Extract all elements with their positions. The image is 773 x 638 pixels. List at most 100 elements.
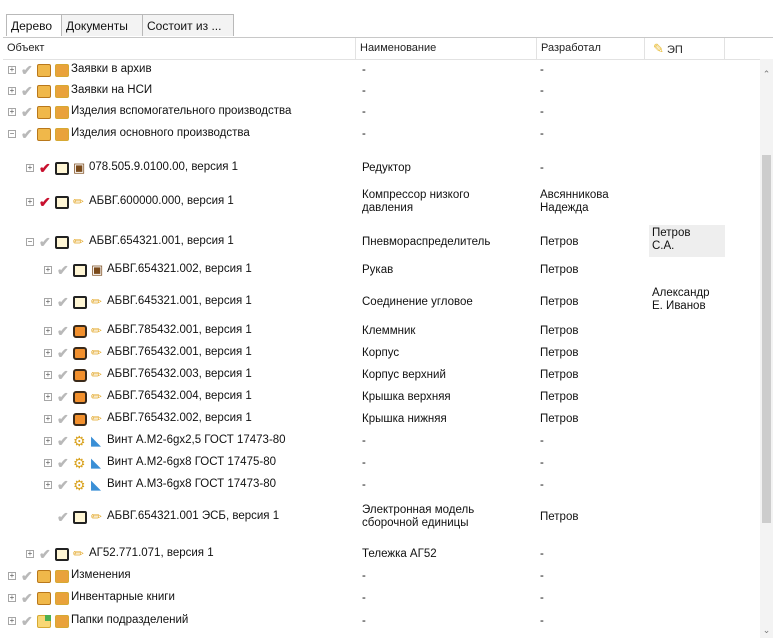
expand-icon[interactable]: + [8,594,16,602]
tree-row[interactable]: + ✔ ⚙ ◣ Винт А.М2-6gx2,5 ГОСТ 17473-80 - - [3,431,760,451]
expand-icon[interactable]: + [8,617,16,625]
expand-icon[interactable]: + [26,164,34,172]
developer-cell: Петров [540,368,579,381]
tree-item-label[interactable]: АБВГ.785432.001, версия 1 [107,324,252,336]
tree-item-label[interactable]: АБВГ.654321.001, версия 1 [89,235,234,247]
tree-item-label[interactable]: АБВГ.600000.000, версия 1 [89,195,234,207]
column-header-name[interactable]: Наименование [356,38,537,59]
part-icon [73,413,87,426]
tree-item-label[interactable]: АБВГ.654321.002, версия 1 [107,263,252,275]
expand-icon[interactable]: + [8,108,16,116]
column-header-object[interactable]: Объект [3,38,356,59]
collapse-icon[interactable]: − [26,238,34,246]
tree-item-label[interactable]: АБВГ.765432.004, версия 1 [107,390,252,402]
expand-icon[interactable]: + [44,393,52,401]
tree-row[interactable]: + ✔ ▣ 078.505.9.0100.00, версия 1 Редуктор - [3,156,760,180]
tree-row[interactable]: + ✔ Инвентарные книги - - [3,588,760,608]
expand-icon[interactable]: + [8,572,16,580]
developer-cell: - [540,478,544,491]
checkmark-icon: ✔ [57,345,69,361]
tree-row[interactable]: + ✔ ▣ АБВГ.654321.002, версия 1 Рукав Петров [3,259,760,281]
name-cell: - [362,127,366,140]
tree-row[interactable]: + ✔ ✏ АГ52.771.071, версия 1 Тележка АГ52 - [3,544,760,564]
tree-item-label[interactable]: Заявки в архив [71,63,152,75]
scroll-up-icon[interactable]: ⌃ [760,69,773,80]
expand-icon[interactable]: + [44,437,52,445]
scrollbar-thumb[interactable] [762,155,771,523]
expand-icon[interactable]: + [44,266,52,274]
tree-item-label[interactable]: 078.505.9.0100.00, версия 1 [89,161,238,173]
tree-item-label[interactable]: Изменения [71,569,131,581]
tree-item-label[interactable]: АГ52.771.071, версия 1 [89,547,214,559]
pencil-icon: ✏ [91,367,102,382]
tree-row[interactable]: + ✔ ✏ АБВГ.765432.003, версия 1 Корпус верхн… [3,365,760,385]
tree-item-label[interactable]: АБВГ.654321.001 ЭСБ, версия 1 [107,510,279,522]
checkmark-icon: ✔ [21,83,33,99]
collapse-icon[interactable]: − [8,130,16,138]
tree-row[interactable]: + ✔ ✏ АБВГ.765432.002, версия 1 Крышка нижня… [3,409,760,429]
category-icon [55,592,69,605]
tree-row[interactable]: + ✔ Заявки на НСИ - - [3,81,760,101]
tree-item-label[interactable]: Изделия основного производства [71,127,250,139]
tab-consists-of[interactable]: Состоит из ... [142,14,234,36]
part-icon [73,369,87,382]
signature-pencil-icon: ✎ [653,41,664,56]
tree-item-label[interactable]: АБВГ.765432.002, версия 1 [107,412,252,424]
expand-icon[interactable]: + [44,298,52,306]
expand-icon[interactable]: + [8,66,16,74]
pencil-icon: ✏ [91,345,102,360]
tree-row[interactable]: − ✔ Изделия основного производства - - [3,124,760,144]
expand-icon[interactable]: + [44,371,52,379]
expand-icon[interactable]: + [44,415,52,423]
name-cell: Рукав [362,263,394,276]
developer-cell: - [540,434,544,447]
tree-item-label[interactable]: Винт А.М3-6gx8 ГОСТ 17473-80 [107,478,276,490]
tree-row[interactable]: ✔ ✏ АБВГ.654321.001 ЭСБ, версия 1 Электронн… [3,500,760,534]
tree-item-label[interactable]: АБВГ.765432.001, версия 1 [107,346,252,358]
tree-item-label[interactable]: Заявки на НСИ [71,84,152,96]
tree-row[interactable]: + ✔ Изделия вспомогательного производства -… [3,102,760,122]
tree-row[interactable]: + ✔ ✏ АБВГ.600000.000, версия 1 Компрессор н… [3,185,760,219]
checkmark-icon: ✔ [21,613,33,629]
tree-row[interactable]: + ✔ ✏ АБВГ.765432.004, версия 1 Крышка верхн… [3,387,760,407]
developer-cell: - [540,127,544,140]
expand-icon[interactable]: + [44,327,52,335]
tree-item-label[interactable]: Папки подразделений [71,614,188,626]
tree-row[interactable]: + ✔ Заявки в архив - - [3,60,760,80]
pencil-icon: ✏ [91,509,102,524]
column-header-signature[interactable]: ✎ ЭП [645,38,725,59]
tree-item-label[interactable]: АБВГ.765432.003, версия 1 [107,368,252,380]
expand-icon[interactable]: + [44,349,52,357]
expand-icon[interactable]: + [8,87,16,95]
tree-item-label[interactable]: Винт А.М2-6gx8 ГОСТ 17475-80 [107,456,276,468]
tree-grid: Объект Наименование Разработал ✎ ЭП + ✔ За… [3,37,773,638]
tree-row[interactable]: + ✔ ⚙ ◣ Винт А.М2-6gx8 ГОСТ 17475-80 - - [3,453,760,473]
tab-tree[interactable]: Дерево [6,14,62,36]
checkmark-icon: ✔ [57,367,69,383]
tab-documents[interactable]: Документы [61,14,143,36]
tree-row[interactable]: + ✔ ⚙ ◣ Винт А.М3-6gx8 ГОСТ 17473-80 - - [3,475,760,495]
column-header-developer[interactable]: Разработал [537,38,645,59]
tree-row[interactable]: + ✔ ✏ АБВГ.765432.001, версия 1 Корпус Петров [3,343,760,363]
tree-item-label[interactable]: Винт А.М2-6gx2,5 ГОСТ 17473-80 [107,434,286,446]
checkmark-icon: ✔ [21,126,33,142]
vertical-scrollbar[interactable]: ⌃ ⌄ [760,59,773,638]
tree-item-label[interactable]: Инвентарные книги [71,591,175,603]
name-cell: Редуктор [362,161,411,174]
tree-item-label[interactable]: Изделия вспомогательного производства [71,105,291,117]
scroll-down-icon[interactable]: ⌄ [760,625,773,636]
tree-row[interactable]: + ✔ ✏ АБВГ.645321.001, версия 1 Соединение у… [3,285,760,319]
folder-icon [37,615,51,628]
folder-icon [37,106,51,119]
tree-row[interactable]: + ✔ Изменения - - [3,566,760,586]
tree-row[interactable]: − ✔ ✏ АБВГ.654321.001, версия 1 Пневмораспре… [3,225,760,259]
tree-item-label[interactable]: АБВГ.645321.001, версия 1 [107,295,252,307]
tree-row[interactable]: + ✔ ✏ АБВГ.785432.001, версия 1 Клеммник Петр… [3,321,760,341]
expand-icon[interactable]: + [44,481,52,489]
expand-icon[interactable]: + [44,459,52,467]
tree-row[interactable]: + ✔ Папки подразделений - - [3,611,760,631]
expand-icon[interactable]: + [26,198,34,206]
name-cell: Соединение угловое [362,295,473,308]
expand-icon[interactable]: + [26,550,34,558]
folder-icon [37,570,51,583]
